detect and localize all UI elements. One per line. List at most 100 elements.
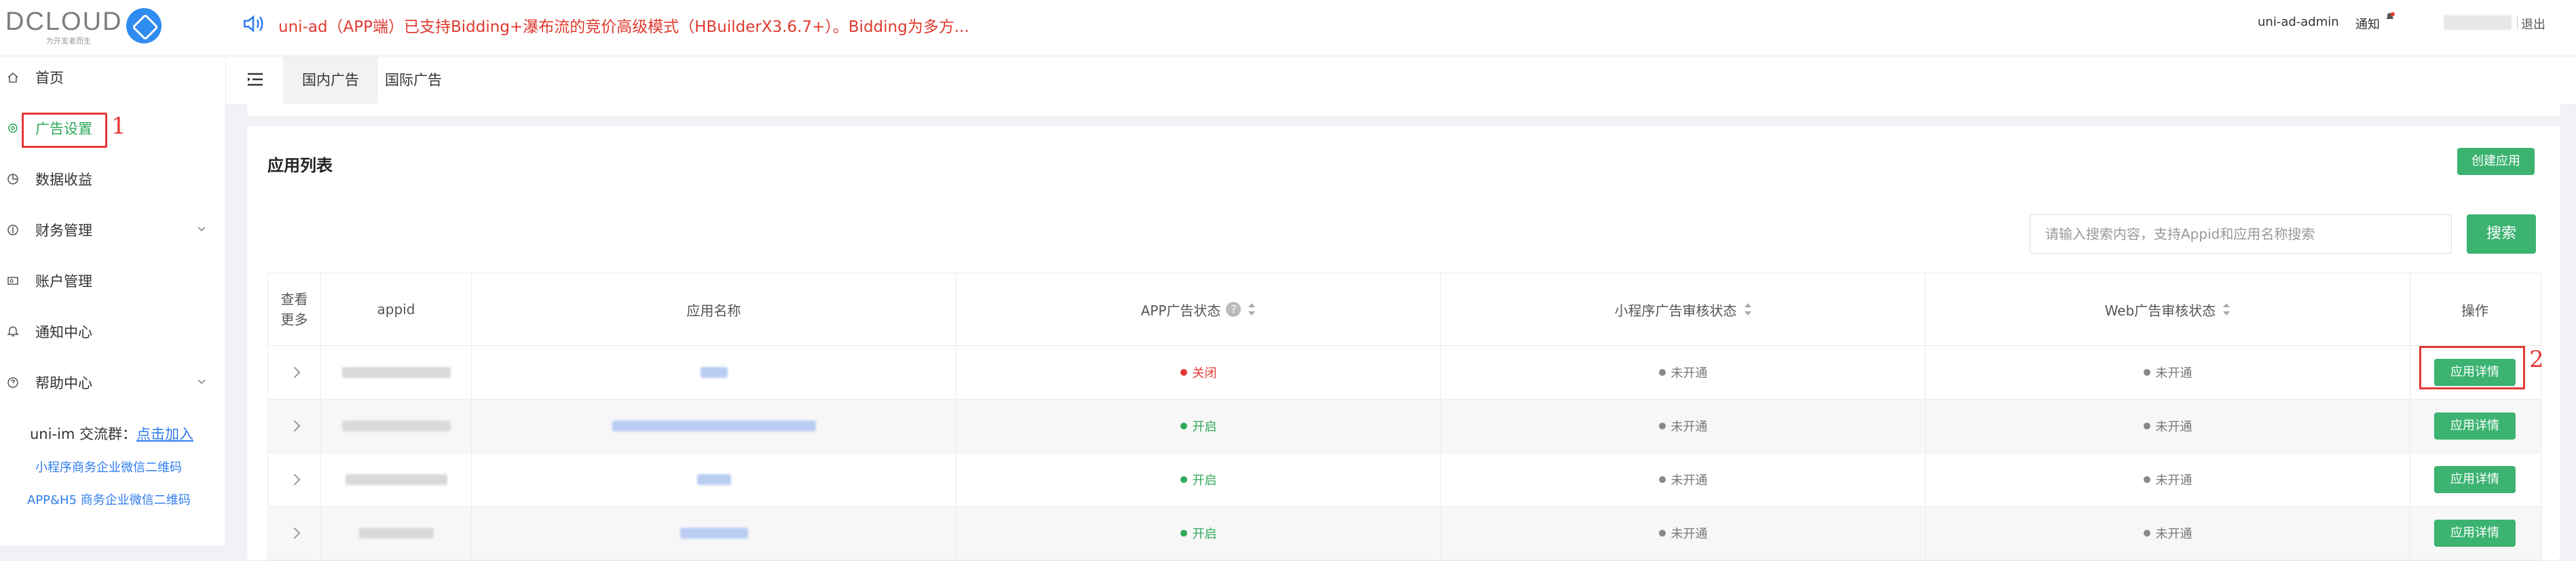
mp-status-cell: 未开通 bbox=[1441, 346, 1926, 399]
ops-cell: 应用详情 bbox=[2410, 507, 2539, 560]
im-group-text: uni-im 交流群：点击加入 bbox=[30, 423, 193, 444]
appid-blurred bbox=[345, 474, 447, 485]
status-badge: 未开通 bbox=[1658, 524, 1708, 542]
sidebar-item-notify[interactable]: 通知中心 bbox=[0, 315, 225, 349]
mp-status-cell: 未开通 bbox=[1441, 507, 1926, 560]
sidebar-item-label: 财务管理 bbox=[35, 223, 92, 239]
col-more: 查看更多 bbox=[268, 273, 321, 345]
chevron-right-icon[interactable] bbox=[288, 473, 300, 486]
table-row: 开启 未开通 未开通 应用详情 bbox=[268, 507, 2541, 560]
sidebar-item-revenue[interactable]: 数据收益 bbox=[0, 162, 225, 196]
status-dot bbox=[2143, 369, 2150, 376]
sidebar-item-label: 通知中心 bbox=[35, 324, 92, 341]
sidebar-item-help[interactable]: 帮助中心 bbox=[0, 366, 225, 400]
status-text: 未开通 bbox=[1670, 420, 1708, 434]
dcloud-logo[interactable]: DCLOUD 为开发者而生 bbox=[5, 7, 122, 46]
sidebar-item-label: 帮助中心 bbox=[35, 375, 92, 391]
col-name-label: 应用名称 bbox=[686, 302, 741, 319]
appid-cell bbox=[321, 453, 472, 506]
menu-toggle-icon[interactable] bbox=[246, 71, 265, 88]
chevron-right-icon[interactable] bbox=[288, 527, 300, 539]
name-cell bbox=[472, 453, 956, 506]
col-more-label: 查看更多 bbox=[280, 291, 308, 328]
tab-domestic-ads[interactable]: 国内广告 bbox=[283, 56, 378, 104]
app-detail-button[interactable]: 应用详情 bbox=[2434, 466, 2516, 493]
logout-button[interactable]: 退出 bbox=[2521, 15, 2545, 33]
search-button[interactable]: 搜索 bbox=[2467, 214, 2536, 254]
sidebar-item-account[interactable]: 账户管理 bbox=[0, 264, 225, 298]
status-text: 未开通 bbox=[1670, 473, 1708, 488]
expand-cell[interactable] bbox=[268, 507, 321, 560]
status-badge: 开启 bbox=[1180, 471, 1217, 488]
table-row: 开启 未开通 未开通 应用详情 bbox=[268, 453, 2541, 507]
status-dot bbox=[1658, 369, 1666, 376]
appid-cell bbox=[321, 346, 472, 399]
app-name-blurred[interactable] bbox=[612, 421, 816, 431]
chevron-down-icon bbox=[198, 227, 206, 232]
col-app-status[interactable]: APP广告状态? bbox=[956, 273, 1441, 345]
expand-cell[interactable] bbox=[268, 400, 321, 452]
app-name-blurred[interactable] bbox=[700, 367, 728, 378]
sort-icon[interactable] bbox=[1248, 303, 1256, 315]
status-text: 开启 bbox=[1192, 420, 1217, 434]
home-icon bbox=[7, 73, 18, 83]
col-mp-status[interactable]: 小程序广告审核状态 bbox=[1441, 273, 1926, 345]
sidebar-item-label: 首页 bbox=[35, 70, 64, 86]
status-badge: 未开通 bbox=[2143, 417, 2192, 435]
top-bar: DCLOUD 为开发者而生 uni-ad（APP端）已支持Bidding+瀑布流… bbox=[0, 0, 2576, 56]
help-icon bbox=[7, 377, 18, 388]
sidebar-item-home[interactable]: 首页 bbox=[0, 60, 225, 94]
tab-international-ads[interactable]: 国际广告 bbox=[366, 56, 461, 104]
app-name-blurred[interactable] bbox=[679, 528, 748, 539]
mp-wechat-qr-link[interactable]: 小程序商务企业微信二维码 bbox=[35, 458, 182, 476]
appid-cell bbox=[321, 400, 472, 452]
chart-icon bbox=[7, 174, 18, 185]
status-dot bbox=[2143, 530, 2150, 537]
web-status-cell: 未开通 bbox=[1926, 507, 2410, 560]
search-input[interactable]: 请输入搜索内容，支持Appid和应用名称搜索 bbox=[2030, 214, 2452, 254]
status-text: 关闭 bbox=[1192, 366, 1217, 381]
top-divider bbox=[2517, 15, 2518, 30]
app-h5-wechat-qr-link[interactable]: APP&H5 商务企业微信二维码 bbox=[27, 490, 191, 508]
status-text: 未开通 bbox=[2155, 366, 2192, 381]
chevron-right-icon[interactable] bbox=[288, 366, 300, 379]
col-name: 应用名称 bbox=[472, 273, 956, 345]
appid-blurred bbox=[341, 421, 451, 431]
status-text: 未开通 bbox=[2155, 473, 2192, 488]
card-title: 应用列表 bbox=[267, 156, 333, 175]
app-status-cell: 开启 bbox=[956, 400, 1441, 452]
bell-icon bbox=[7, 326, 19, 336]
sidebar-item-label: 账户管理 bbox=[35, 273, 92, 290]
im-group-join-link[interactable]: 点击加入 bbox=[136, 426, 193, 442]
bell-icon[interactable] bbox=[2385, 12, 2395, 22]
user-name[interactable]: uni-ad-admin bbox=[2258, 15, 2339, 29]
create-app-button[interactable]: 创建应用 bbox=[2457, 148, 2535, 175]
brand-text: DCLOUD bbox=[5, 7, 123, 36]
notice-marquee[interactable]: uni-ad（APP端）已支持Bidding+瀑布流的竞价高级模式（HBuild… bbox=[278, 14, 969, 37]
col-web-status[interactable]: Web广告审核状态 bbox=[1926, 273, 2410, 345]
status-text: 开启 bbox=[1192, 527, 1217, 541]
status-badge: 开启 bbox=[1180, 524, 1217, 542]
col-ops: 操作 bbox=[2410, 273, 2539, 345]
sort-icon[interactable] bbox=[1744, 303, 1752, 315]
app-detail-button[interactable]: 应用详情 bbox=[2434, 520, 2516, 547]
app-name-blurred[interactable] bbox=[696, 474, 731, 485]
chevron-right-icon[interactable] bbox=[288, 420, 300, 432]
col-appid: appid bbox=[321, 273, 472, 345]
help-icon[interactable]: ? bbox=[1226, 302, 1242, 317]
sidebar-item-finance[interactable]: 财务管理 bbox=[0, 213, 225, 247]
expand-cell[interactable] bbox=[268, 453, 321, 506]
status-text: 未开通 bbox=[1670, 366, 1708, 381]
im-group-label: uni-im 交流群： bbox=[30, 426, 136, 442]
tab-bar: 国内广告 国际广告 bbox=[226, 56, 2576, 104]
app-detail-button[interactable]: 应用详情 bbox=[2434, 412, 2516, 440]
notify-link[interactable]: 通知 bbox=[2355, 15, 2380, 33]
status-dot bbox=[1180, 530, 1187, 537]
card-strip bbox=[247, 104, 2560, 116]
table-row: 开启 未开通 未开通 应用详情 bbox=[268, 400, 2541, 453]
sort-icon[interactable] bbox=[2222, 303, 2230, 315]
status-badge: 未开通 bbox=[2143, 364, 2192, 381]
expand-cell[interactable] bbox=[268, 346, 321, 399]
col-web-status-label: Web广告审核状态 bbox=[2104, 302, 2216, 319]
sidebar-item-label: 数据收益 bbox=[35, 172, 92, 188]
